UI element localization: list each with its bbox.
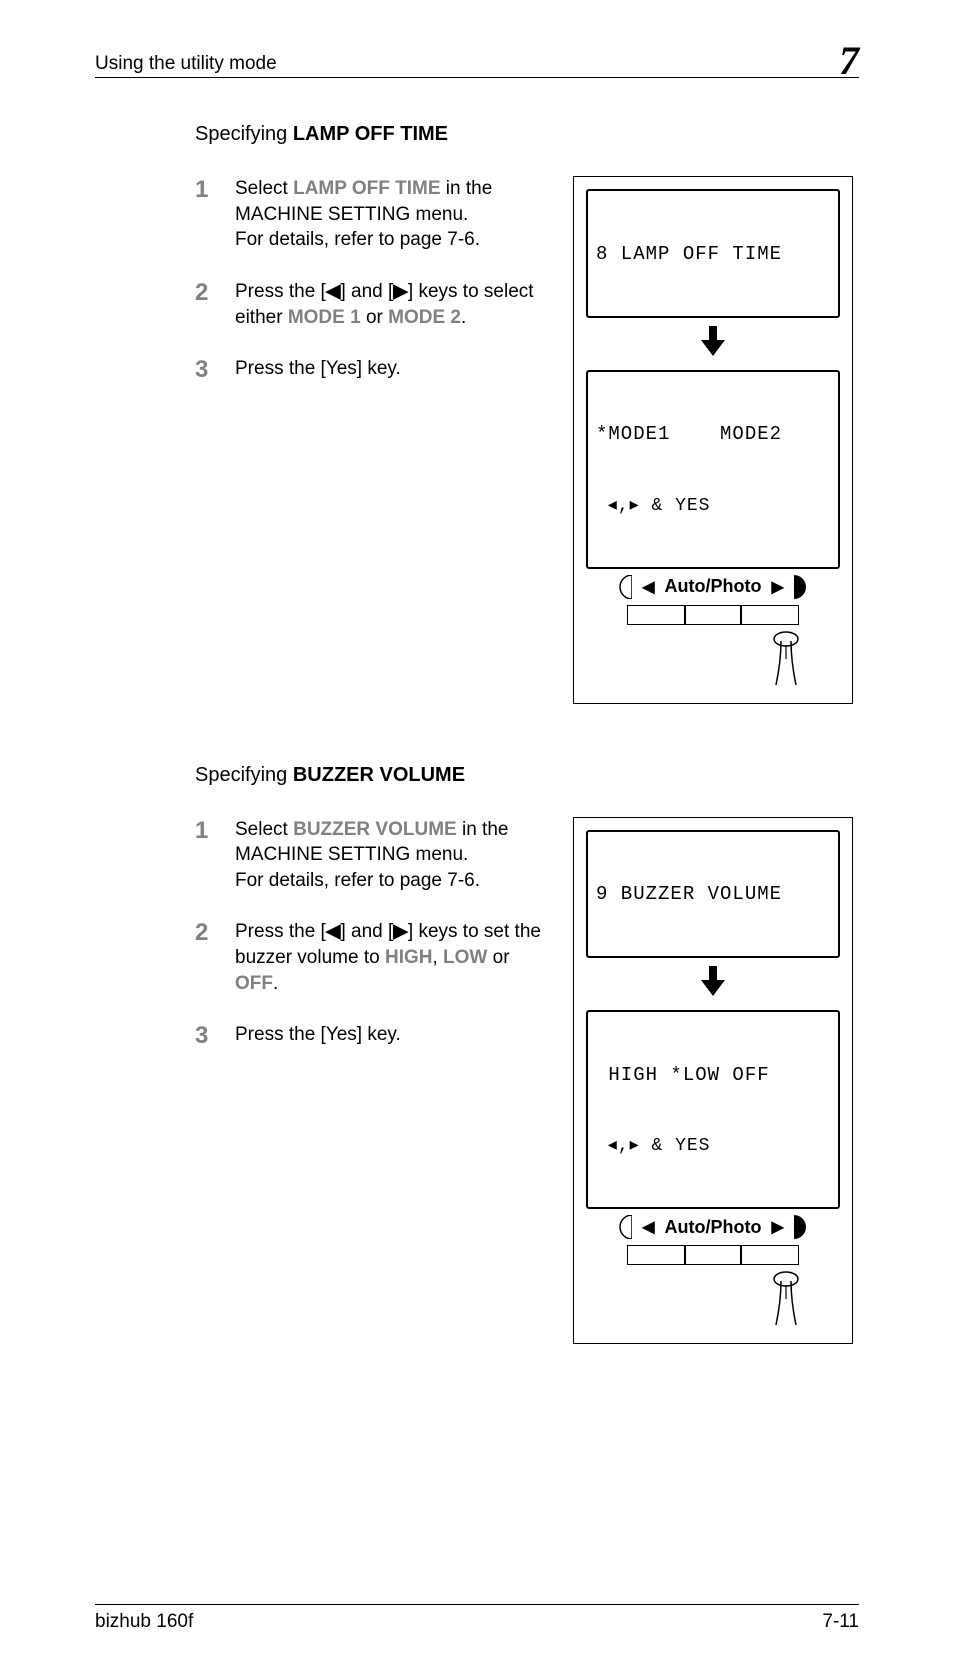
auto-photo-label: Auto/Photo	[665, 576, 762, 597]
step-number: 1	[195, 176, 215, 253]
half-circle-right-icon	[794, 1215, 808, 1239]
step: 2 Press the [◀] and [▶] keys to select ei…	[195, 279, 555, 330]
figure-panel: 9 BUZZER VOLUME HIGH *LOW OFF ◂,▸ & YES	[573, 817, 853, 1345]
figure-panel: 8 LAMP OFF TIME *MODE1 MODE2 ◂,▸ & YES	[573, 176, 853, 704]
step: 1 Select BUZZER VOLUME in the MACHINE SET…	[195, 817, 555, 894]
bar-tick	[740, 606, 742, 624]
left-arrow-icon: ◀	[642, 577, 654, 597]
chapter-number-shadow	[861, 26, 905, 48]
half-circle-right-icon	[794, 575, 808, 599]
step-text: LAMP OFF TIME	[293, 178, 440, 199]
step-number: 1	[195, 817, 215, 894]
step-number: 3	[195, 1022, 215, 1048]
lcd-line: 8 LAMP OFF TIME	[596, 243, 830, 267]
section-buzzer-volume: Specifying BUZZER VOLUME 1 Select BUZZER …	[195, 764, 859, 1345]
right-arrow-icon: ▶	[771, 577, 783, 597]
step-number: 2	[195, 919, 215, 996]
step-text: LOW	[443, 947, 487, 968]
step-text: or	[487, 947, 509, 968]
lcd-screen-2: *MODE1 MODE2 ◂,▸ & YES	[586, 370, 840, 569]
step-body: Select BUZZER VOLUME in the MACHINE SETT…	[235, 817, 555, 894]
step: 3 Press the [Yes] key.	[195, 356, 555, 382]
step-text: .	[461, 307, 466, 328]
step-text: Press the [Yes] key.	[235, 1024, 401, 1045]
step-text: ▶	[393, 281, 408, 302]
step: 2 Press the [◀] and [▶] keys to set the b…	[195, 919, 555, 996]
bar-tick	[684, 1246, 686, 1264]
step-text: Select	[235, 178, 293, 199]
step: 3 Press the [Yes] key.	[195, 1022, 555, 1048]
down-arrow-icon	[586, 324, 840, 364]
step-text: Press the [Yes] key.	[235, 358, 401, 379]
step-body: Press the [◀] and [▶] keys to select eit…	[235, 279, 555, 330]
lcd-screen-2: HIGH *LOW OFF ◂,▸ & YES	[586, 1010, 840, 1209]
steps-list: 1 Select BUZZER VOLUME in the MACHINE SET…	[195, 817, 555, 1075]
step-text: ◀	[326, 921, 341, 942]
chapter-number: 7	[839, 41, 859, 81]
bar-tick	[740, 1246, 742, 1264]
finger-press-icon	[762, 631, 810, 699]
footer-right: 7-11	[822, 1611, 859, 1633]
step-text: ] and [	[340, 921, 393, 942]
lcd-line: 9 BUZZER VOLUME	[596, 883, 830, 907]
step-text: ,	[432, 947, 443, 968]
heading-light: Specifying	[195, 123, 293, 145]
step-text: Press the [	[235, 921, 326, 942]
section-heading: Specifying LAMP OFF TIME	[195, 123, 859, 146]
auto-photo-control: ◀ Auto/Photo ▶	[586, 1215, 840, 1335]
step-body: Press the [Yes] key.	[235, 356, 555, 382]
step-body: Press the [Yes] key.	[235, 1022, 555, 1048]
section-lamp-off-time: Specifying LAMP OFF TIME 1 Select LAMP OF…	[195, 123, 859, 704]
left-arrow-icon: ◀	[642, 1217, 654, 1237]
step-text: BUZZER VOLUME	[293, 819, 457, 840]
lcd-line: ◂,▸ & YES	[596, 1135, 830, 1158]
half-circle-left-icon	[618, 575, 632, 599]
step-text: Select	[235, 819, 293, 840]
step-number: 2	[195, 279, 215, 330]
segmented-bar	[627, 605, 799, 625]
step: 1 Select LAMP OFF TIME in the MACHINE SET…	[195, 176, 555, 253]
segmented-bar	[627, 1245, 799, 1265]
auto-photo-label: Auto/Photo	[665, 1217, 762, 1238]
steps-list: 1 Select LAMP OFF TIME in the MACHINE SET…	[195, 176, 555, 408]
step-text: Press the [	[235, 281, 326, 302]
step-body: Press the [◀] and [▶] keys to set the bu…	[235, 919, 555, 996]
running-title: Using the utility mode	[95, 53, 277, 75]
bar-tick	[684, 606, 686, 624]
page-footer: bizhub 160f 7-11	[95, 1604, 859, 1633]
section-heading: Specifying BUZZER VOLUME	[195, 764, 859, 787]
step-text: ] and [	[340, 281, 393, 302]
heading-light: Specifying	[195, 764, 293, 786]
half-circle-left-icon	[618, 1215, 632, 1239]
step-text: HIGH	[385, 947, 433, 968]
lcd-screen-1: 9 BUZZER VOLUME	[586, 830, 840, 959]
right-arrow-icon: ▶	[771, 1217, 783, 1237]
auto-photo-control: ◀ Auto/Photo ▶	[586, 575, 840, 695]
step-text: MODE 1	[288, 307, 361, 328]
running-header: Using the utility mode 7	[95, 35, 859, 78]
step-text: .	[273, 973, 278, 994]
finger-press-icon	[762, 1271, 810, 1339]
lcd-screen-1: 8 LAMP OFF TIME	[586, 189, 840, 318]
lcd-line: *MODE1 MODE2	[596, 423, 830, 447]
step-text: ▶	[393, 921, 408, 942]
step-text: OFF	[235, 973, 273, 994]
lcd-line: HIGH *LOW OFF	[596, 1064, 830, 1088]
heading-bold: LAMP OFF TIME	[293, 123, 448, 145]
lcd-line: ◂,▸ & YES	[596, 495, 830, 518]
down-arrow-icon	[586, 964, 840, 1004]
footer-left: bizhub 160f	[95, 1611, 193, 1633]
step-body: Select LAMP OFF TIME in the MACHINE SETT…	[235, 176, 555, 253]
heading-bold: BUZZER VOLUME	[293, 764, 465, 786]
step-text: ◀	[326, 281, 341, 302]
step-text: MODE 2	[388, 307, 461, 328]
step-text: or	[361, 307, 388, 328]
step-number: 3	[195, 356, 215, 382]
